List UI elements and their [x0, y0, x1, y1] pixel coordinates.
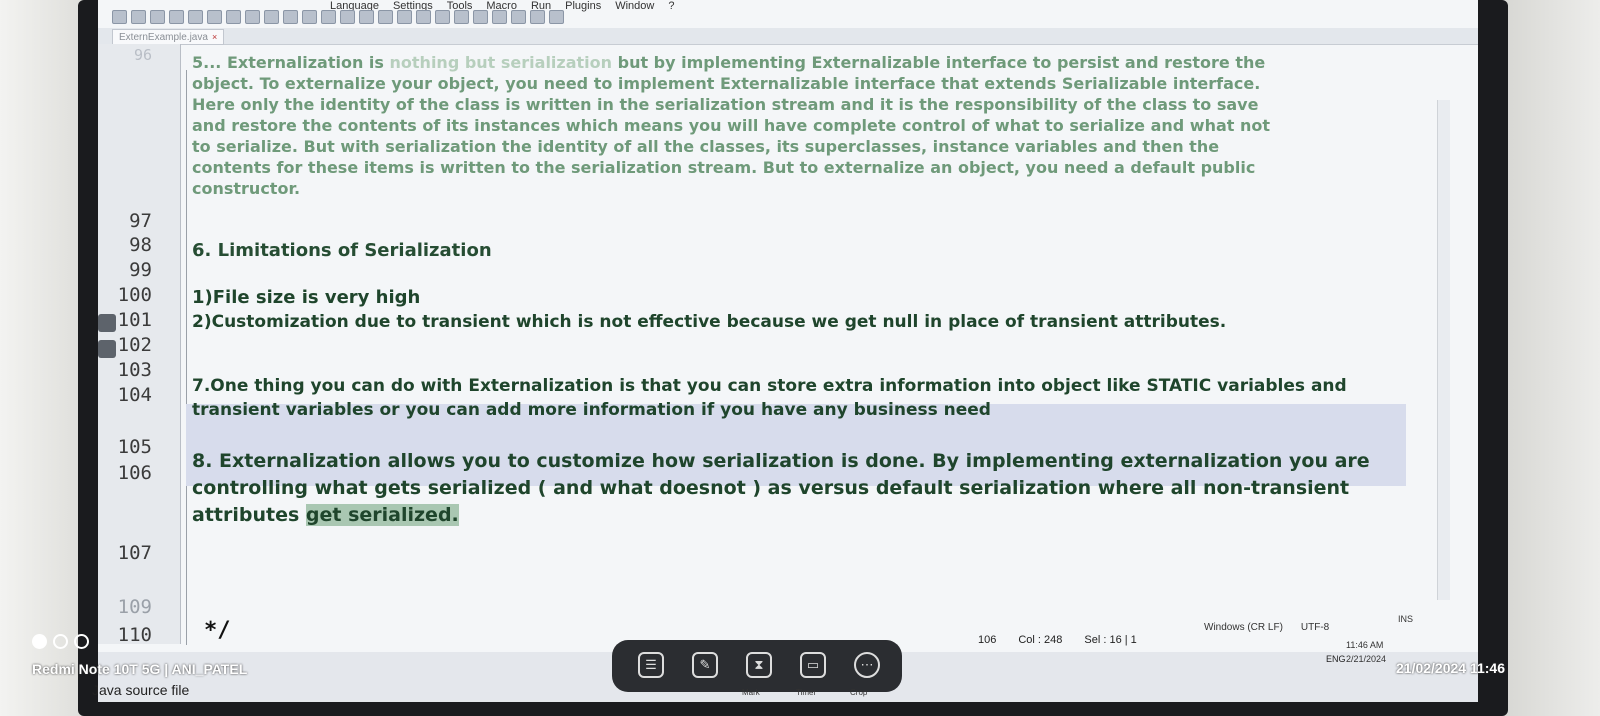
more-icon[interactable]: ⋯ — [854, 652, 880, 678]
line-number: 106 — [117, 462, 152, 484]
line-number: 110 — [117, 624, 152, 646]
vertical-scrollbar[interactable] — [1437, 100, 1450, 600]
sync-v-icon[interactable] — [397, 10, 412, 24]
tray-lang[interactable]: ENG — [1326, 654, 1346, 664]
macro-stop-icon[interactable] — [511, 10, 526, 24]
tray-date: 2/21/2024 — [1346, 654, 1387, 664]
status-mode: INS — [1398, 614, 1414, 624]
monitor-screen: Language Settings Tools Macro Run Plugin… — [98, 0, 1478, 702]
p5-faded: nothing but serialization — [389, 53, 613, 72]
close-icon[interactable] — [188, 10, 203, 24]
line-number: 104 — [117, 384, 152, 406]
paragraph-7: 7.One thing you can do with Externalizat… — [192, 376, 1347, 420]
comment-end: */ — [204, 618, 231, 643]
watermark-datetime: 21/02/2024 11:46 — [1396, 660, 1505, 676]
dock-label-timer: Timer — [796, 688, 817, 697]
zoom-in-icon[interactable] — [359, 10, 374, 24]
show-all-chars-icon[interactable] — [454, 10, 469, 24]
bookmark-marker[interactable] — [98, 340, 116, 358]
fold-line — [186, 70, 187, 645]
line-101: 2)Customization due to transient which i… — [192, 312, 1227, 332]
watermark-dot — [53, 634, 68, 649]
word-wrap-icon[interactable] — [435, 10, 450, 24]
watermark-dot — [32, 634, 47, 649]
status-encoding: UTF-8 — [1300, 622, 1330, 633]
indent-guide-icon[interactable] — [473, 10, 488, 24]
line-number: 96 — [133, 46, 152, 64]
copy-icon[interactable] — [245, 10, 260, 24]
status-bar-right: Windows (CR LF) UTF-8 — [1204, 622, 1329, 633]
line-number: 109 — [117, 596, 152, 618]
save-all-icon[interactable] — [169, 10, 184, 24]
open-file-icon[interactable] — [131, 10, 146, 24]
macro-save-icon[interactable] — [549, 10, 564, 24]
status-line: 106 — [978, 634, 997, 646]
tab-externexample[interactable]: ExternExample.java × — [112, 29, 225, 45]
toolbar — [98, 8, 1478, 26]
line-number: 103 — [117, 359, 152, 381]
macro-play-icon[interactable] — [530, 10, 545, 24]
bookmark-marker[interactable] — [98, 314, 116, 332]
timer-icon[interactable]: ⧗ — [746, 652, 772, 678]
sync-h-icon[interactable] — [416, 10, 431, 24]
status-bar: 106 Col : 248 Sel : 16 | 1 — [978, 630, 1478, 650]
tab-label: ExternExample.java — [119, 31, 208, 43]
undo-icon[interactable] — [283, 10, 298, 24]
menu-icon[interactable]: ☰ — [638, 652, 664, 678]
watermark-device: Redmi Note 10T 5G | ANI_PATEL — [32, 661, 248, 677]
cut-icon[interactable] — [226, 10, 241, 24]
line-number: 98 — [129, 234, 152, 256]
tab-close-icon[interactable]: × — [212, 32, 217, 42]
p5-start: 5... Externalization is — [192, 53, 390, 72]
line-100: 1)File size is very high — [192, 287, 421, 308]
replace-icon[interactable] — [340, 10, 355, 24]
screenshot-toolbar: ☰ ✎ ⧗ ▭ ⋯ Mark Timer Crop — [612, 640, 902, 697]
paragraph-8: 8. Externalization allows you to customi… — [192, 448, 1402, 529]
crop-icon[interactable]: ▭ — [800, 652, 826, 678]
save-icon[interactable] — [150, 10, 165, 24]
line-number: 99 — [129, 259, 152, 281]
line-number: 107 — [117, 542, 152, 564]
print-icon[interactable] — [207, 10, 222, 24]
paste-icon[interactable] — [264, 10, 279, 24]
macro-record-icon[interactable] — [492, 10, 507, 24]
paragraph-5: 5... Externalization is nothing but seri… — [192, 52, 1292, 199]
zoom-out-icon[interactable] — [378, 10, 393, 24]
tray-clock[interactable]: 11:46 AM 2/21/2024 — [1346, 638, 1386, 666]
line-number: 100 — [117, 284, 152, 306]
line-number: 97 — [129, 210, 152, 232]
dock-label-crop: Crop — [850, 688, 868, 697]
status-file-type: Java source file — [92, 682, 190, 698]
status-eol: Windows (CR LF) — [1204, 622, 1283, 633]
p5-rest: but by implementing Externalizable inter… — [192, 53, 1270, 198]
watermark-dots — [32, 634, 89, 649]
watermark-dot — [74, 634, 89, 649]
status-sel: Sel : 16 | 1 — [1084, 634, 1137, 646]
status-col: Col : 248 — [1018, 634, 1063, 646]
tab-bar: ExternExample.java × — [98, 28, 1478, 45]
mark-icon[interactable]: ✎ — [692, 652, 718, 678]
line-number: 105 — [117, 436, 152, 458]
p8-highlight: get serialized. — [305, 504, 459, 526]
dock-label-mark: Mark — [742, 688, 760, 697]
line-number-gutter: 96 97 98 99 100 101 102 103 104 105 106 … — [98, 44, 181, 646]
new-file-icon[interactable] — [112, 10, 127, 24]
heading-6: 6. Limitations of Serialization — [192, 240, 492, 261]
find-icon[interactable] — [321, 10, 336, 24]
redo-icon[interactable] — [302, 10, 317, 24]
tray-time: 11:46 AM — [1346, 640, 1384, 650]
